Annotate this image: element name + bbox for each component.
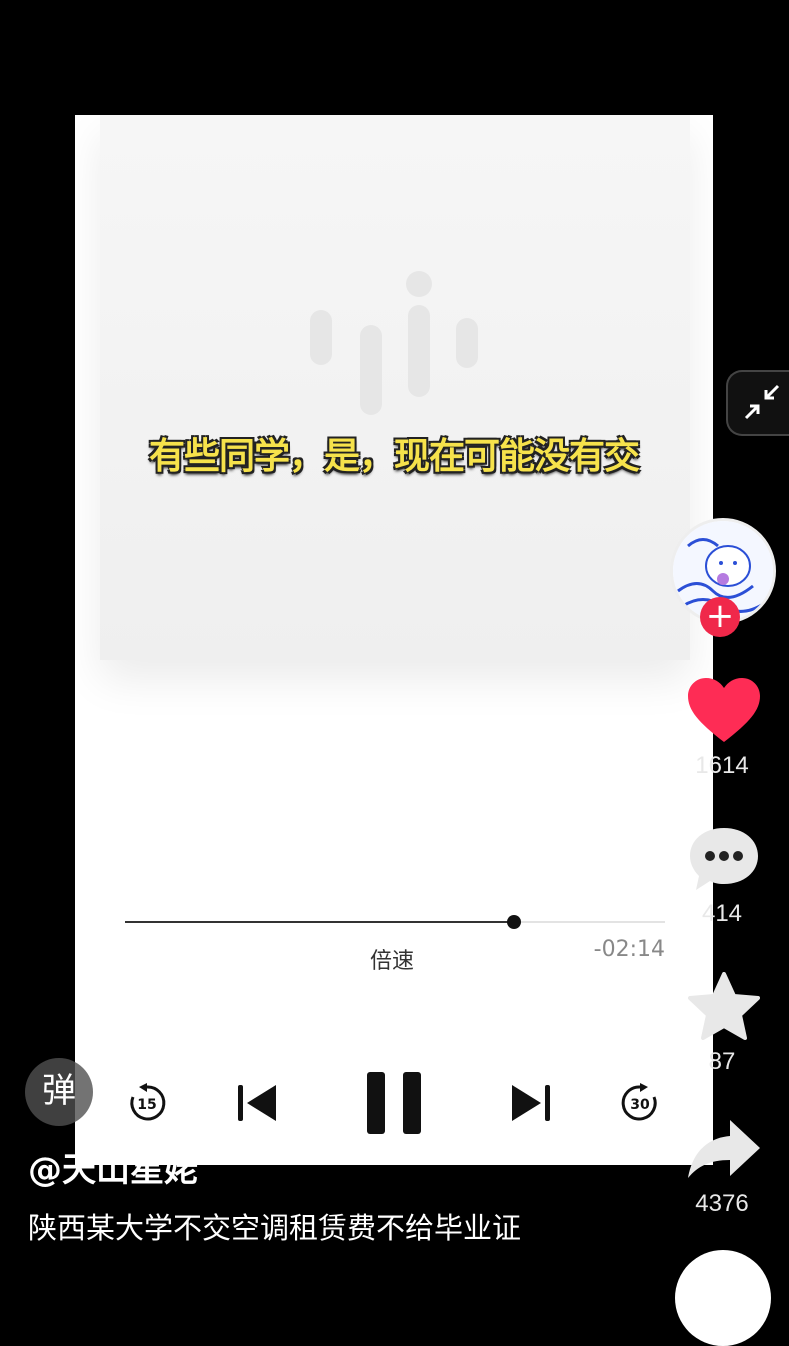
video-subtitle: 有些同学，是，现在可能没有交: [148, 436, 640, 477]
forward-30-icon: 30: [621, 1083, 657, 1121]
forward-30-button[interactable]: 30: [620, 1083, 660, 1123]
audio-artwork: [100, 115, 690, 660]
video-caption: 陕西某大学不交空调租赁费不给毕业证: [28, 1211, 522, 1245]
like-button[interactable]: [688, 678, 760, 744]
pause-button[interactable]: [365, 1070, 425, 1136]
speed-button[interactable]: 倍速: [370, 943, 414, 975]
wave-bar: [360, 325, 382, 415]
forward-seconds: 30: [630, 1097, 650, 1113]
rewind-15-button[interactable]: 15: [127, 1083, 167, 1123]
comment-button[interactable]: [688, 826, 760, 892]
plus-icon: +: [705, 596, 735, 636]
video-player[interactable]: 有些同学，是，现在可能没有交 倍速 -02:14 15 30: [75, 115, 713, 1165]
remaining-time: -02:14: [593, 937, 665, 962]
rewind-15-icon: 15: [130, 1083, 166, 1121]
next-button[interactable]: [509, 1081, 553, 1125]
pause-icon: [367, 1072, 421, 1134]
wave-dot: [406, 271, 432, 297]
like-count: 1614: [695, 752, 749, 779]
share-icon: [688, 1120, 760, 1178]
danmu-toggle-button[interactable]: 弹: [25, 1058, 93, 1126]
wave-bar: [408, 305, 430, 397]
wave-bar: [310, 310, 332, 365]
favorite-count: 87: [708, 1048, 736, 1075]
author-name[interactable]: @天山星姥: [28, 1142, 198, 1191]
progress-bar[interactable]: [125, 915, 665, 929]
minimize-icon: [744, 384, 780, 420]
previous-button[interactable]: [235, 1081, 279, 1125]
star-icon: [688, 972, 760, 1040]
wave-bar: [456, 318, 478, 368]
minimize-button[interactable]: [726, 370, 789, 436]
music-disc[interactable]: [675, 1250, 771, 1346]
comment-icon: [690, 828, 758, 890]
heart-icon: [688, 678, 760, 742]
progress-fill: [125, 921, 514, 923]
share-count: 4376: [695, 1190, 749, 1217]
favorite-button[interactable]: [688, 972, 760, 1040]
follow-button[interactable]: +: [700, 597, 740, 637]
progress-thumb[interactable]: [506, 915, 521, 929]
previous-icon: [238, 1085, 276, 1121]
share-button[interactable]: [686, 1118, 762, 1180]
rewind-seconds: 15: [137, 1097, 156, 1113]
comment-count: 414: [701, 900, 743, 927]
next-icon: [512, 1085, 550, 1121]
